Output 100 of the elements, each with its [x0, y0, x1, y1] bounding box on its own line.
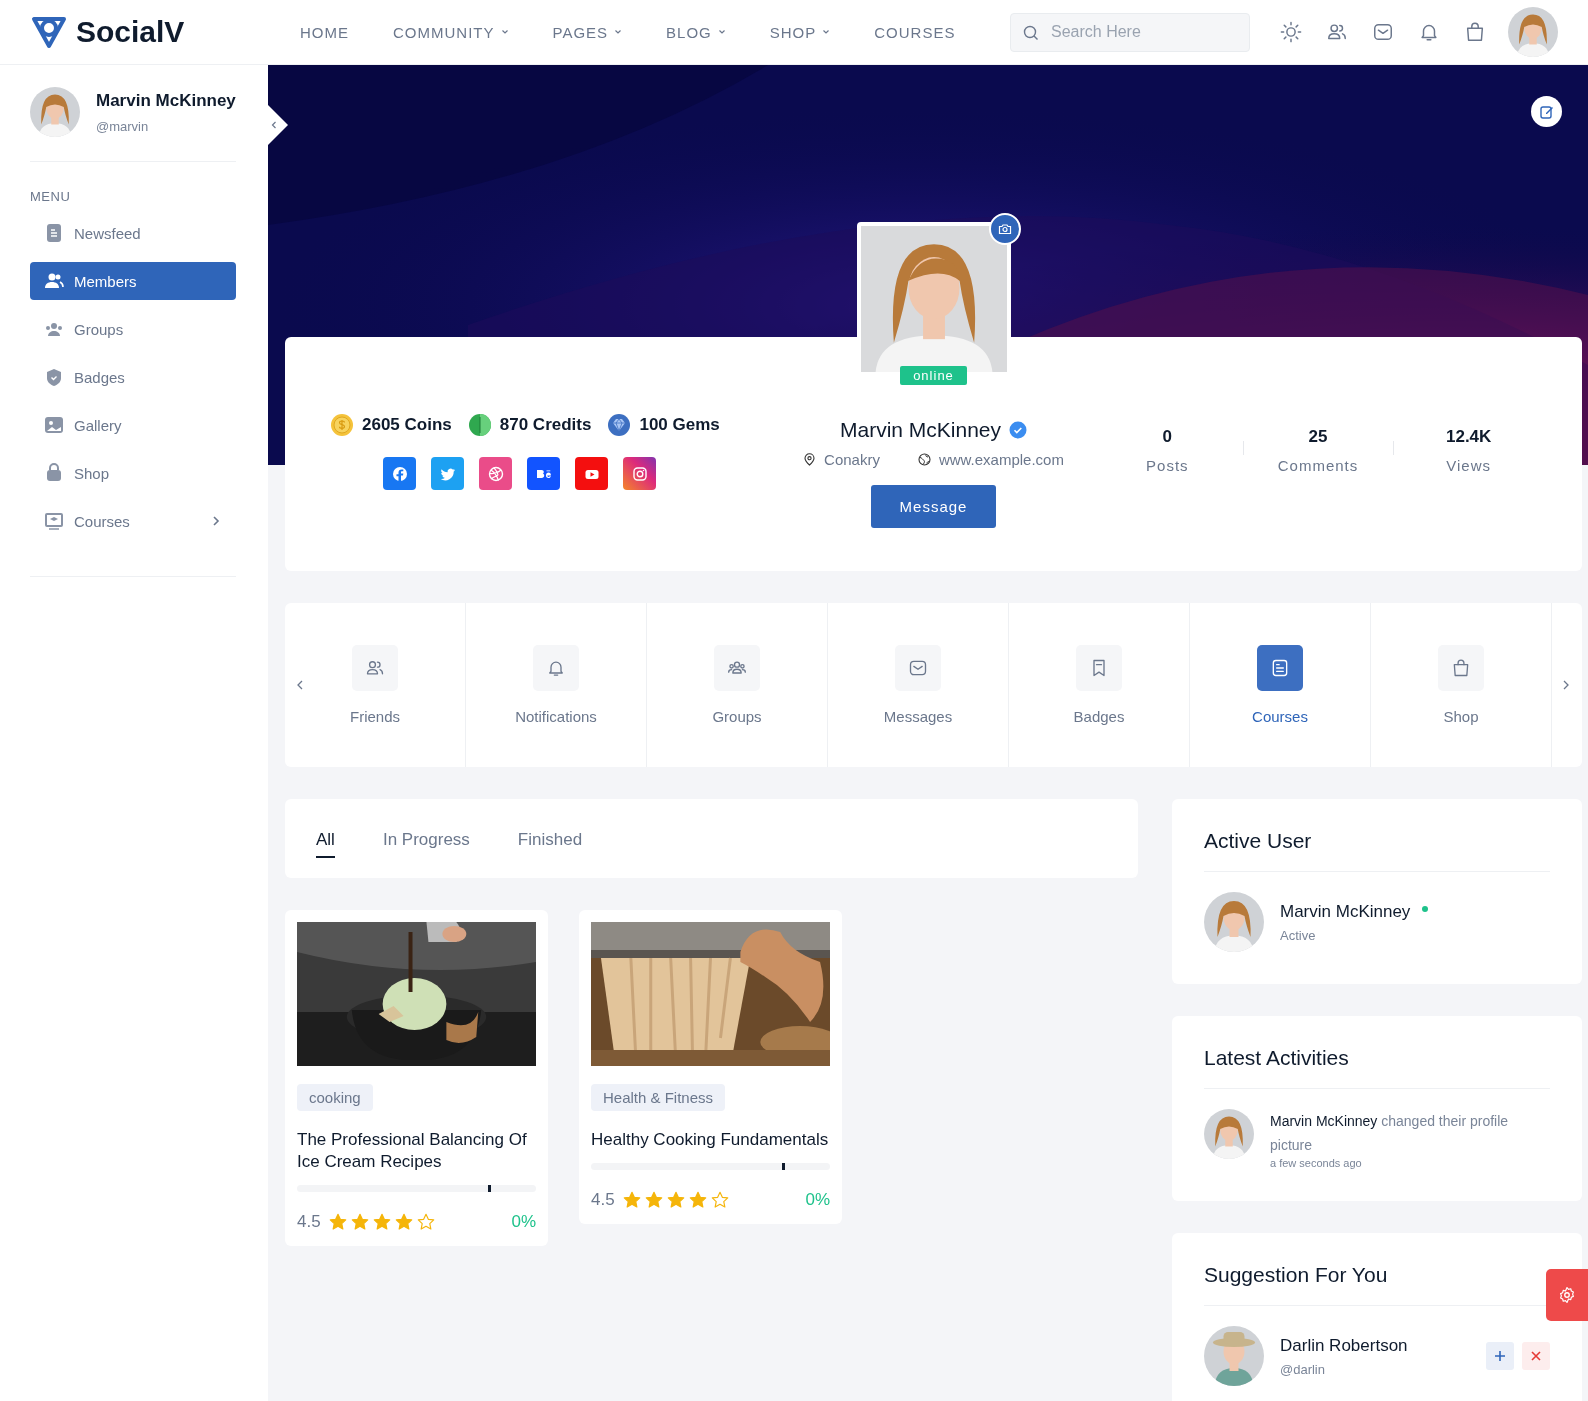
star-icon — [416, 1213, 435, 1231]
stat-value: 0 — [1161, 427, 1174, 447]
star-icon — [622, 1191, 641, 1209]
menu-item[interactable]: Shop — [30, 454, 236, 492]
caret-icon — [500, 28, 509, 36]
rating-value: 4.5 — [297, 1212, 321, 1232]
user-name: Marvin McKinney — [1280, 901, 1411, 922]
settings-button[interactable] — [1546, 1269, 1588, 1321]
currency-amount: 2605 Coins — [362, 415, 452, 435]
search-field[interactable]: Search Here — [1010, 12, 1250, 52]
add-friend-button[interactable] — [1486, 1342, 1514, 1370]
chevron-icon — [269, 120, 279, 130]
menu-heading: MENU — [30, 189, 72, 204]
close-icon — [1530, 1350, 1542, 1362]
star-icon — [710, 1191, 729, 1209]
star-icon — [666, 1191, 685, 1209]
menu-item[interactable]: Courses — [30, 502, 236, 540]
nav-link[interactable]: BLOG — [666, 23, 726, 41]
social-button[interactable] — [623, 457, 656, 490]
caret-icon — [822, 28, 831, 36]
newsfeed-icon — [44, 223, 64, 243]
rating-value: 4.5 — [591, 1190, 615, 1210]
user-name: Marvin McKinney — [96, 90, 236, 111]
star-icon — [688, 1191, 707, 1209]
social-button[interactable] — [431, 457, 464, 490]
menu-item[interactable]: Newsfeed — [30, 214, 236, 252]
currency-amount: 870 Credits — [499, 415, 592, 435]
members-icon — [44, 271, 64, 291]
website-link[interactable]: www.example.com — [938, 451, 1064, 468]
filter-tab[interactable]: All — [316, 823, 335, 858]
user-handle: @marvin — [96, 118, 150, 134]
card-title: Active User — [1204, 829, 1550, 872]
menu-item[interactable]: Gallery — [30, 406, 236, 444]
section-tab[interactable]: Shop — [1371, 603, 1552, 767]
mail-icon — [908, 658, 928, 678]
user-name: Darlin Robertson — [1280, 1335, 1408, 1356]
avatar — [1204, 1326, 1264, 1386]
filter-tab[interactable]: Finished — [517, 823, 583, 858]
star-icon — [394, 1213, 413, 1231]
message-button[interactable]: Message — [871, 485, 996, 528]
section-tab[interactable]: Courses — [1190, 603, 1371, 767]
currency-amount: 100 Gems — [639, 415, 720, 435]
nav-link[interactable]: PAGES — [552, 23, 623, 41]
plus-icon — [1494, 1350, 1506, 1362]
menu-item[interactable]: Badges — [30, 358, 236, 396]
document-icon — [1270, 658, 1290, 678]
globe-icon — [917, 453, 931, 466]
logo-icon — [30, 14, 68, 50]
star-icon — [372, 1213, 391, 1231]
nav-link[interactable]: COURSES — [874, 23, 956, 41]
section-tab[interactable]: Messages — [828, 603, 1009, 767]
menu-item[interactable]: Members — [30, 262, 236, 300]
caret-icon — [614, 28, 623, 36]
avatar — [1204, 1109, 1254, 1159]
theme-icon[interactable] — [1280, 21, 1302, 43]
nav-link[interactable]: COMMUNITY — [393, 23, 509, 41]
monitor-icon — [44, 511, 64, 531]
category-tag: Health & Fitness — [591, 1084, 726, 1111]
progress-percent: 0% — [511, 1212, 536, 1232]
star-icon — [328, 1213, 347, 1231]
shield-icon — [44, 367, 64, 387]
course-title: The Professional Balancing Of Ice Cream Recipes — [297, 1129, 528, 1173]
category-tag: cooking — [297, 1084, 373, 1111]
course-title: Healthy Cooking Fundamentals — [591, 1129, 830, 1151]
stat-label: Posts — [1145, 457, 1190, 474]
stat-label: Views — [1445, 457, 1493, 474]
nav-link[interactable]: HOME — [300, 23, 349, 41]
section-tab[interactable]: Notifications — [466, 603, 647, 767]
remove-button[interactable] — [1522, 1342, 1550, 1370]
camera-icon — [997, 222, 1012, 236]
section-tab[interactable]: Friends — [285, 603, 466, 767]
social-button[interactable] — [479, 457, 512, 490]
logo-text: SocialV — [76, 15, 185, 49]
avatar — [1508, 7, 1558, 57]
chevron-icon — [210, 515, 222, 527]
mail-icon[interactable] — [1372, 21, 1394, 43]
profile-name: Marvin McKinney — [839, 418, 1002, 442]
card-title: Latest Activities — [1204, 1046, 1550, 1089]
edit-icon — [1538, 103, 1555, 120]
nav-link[interactable]: SHOP — [769, 23, 831, 41]
section-tab[interactable]: Groups — [647, 603, 828, 767]
social-button[interactable] — [383, 457, 416, 490]
section-tab[interactable]: Badges — [1009, 603, 1190, 767]
avatar — [30, 87, 80, 137]
filter-tab[interactable]: In Progress — [382, 823, 470, 858]
star-icon — [350, 1213, 369, 1231]
user-handle: @darlin — [1280, 1361, 1326, 1377]
caret-icon — [717, 28, 726, 36]
location-text: Conakry — [824, 451, 880, 468]
activity-time: a few seconds ago — [1270, 1157, 1363, 1169]
stat-label: Comments — [1276, 457, 1360, 474]
stat-value: 12.4K — [1445, 427, 1493, 447]
menu-item[interactable]: Groups — [30, 310, 236, 348]
user-status: Active — [1280, 927, 1317, 943]
social-icon — [391, 465, 408, 482]
social-button[interactable] — [575, 457, 608, 490]
friends-icon — [365, 658, 385, 678]
progress-percent: 0% — [805, 1190, 830, 1210]
coin-icon — [330, 413, 354, 437]
social-button[interactable] — [527, 457, 560, 490]
